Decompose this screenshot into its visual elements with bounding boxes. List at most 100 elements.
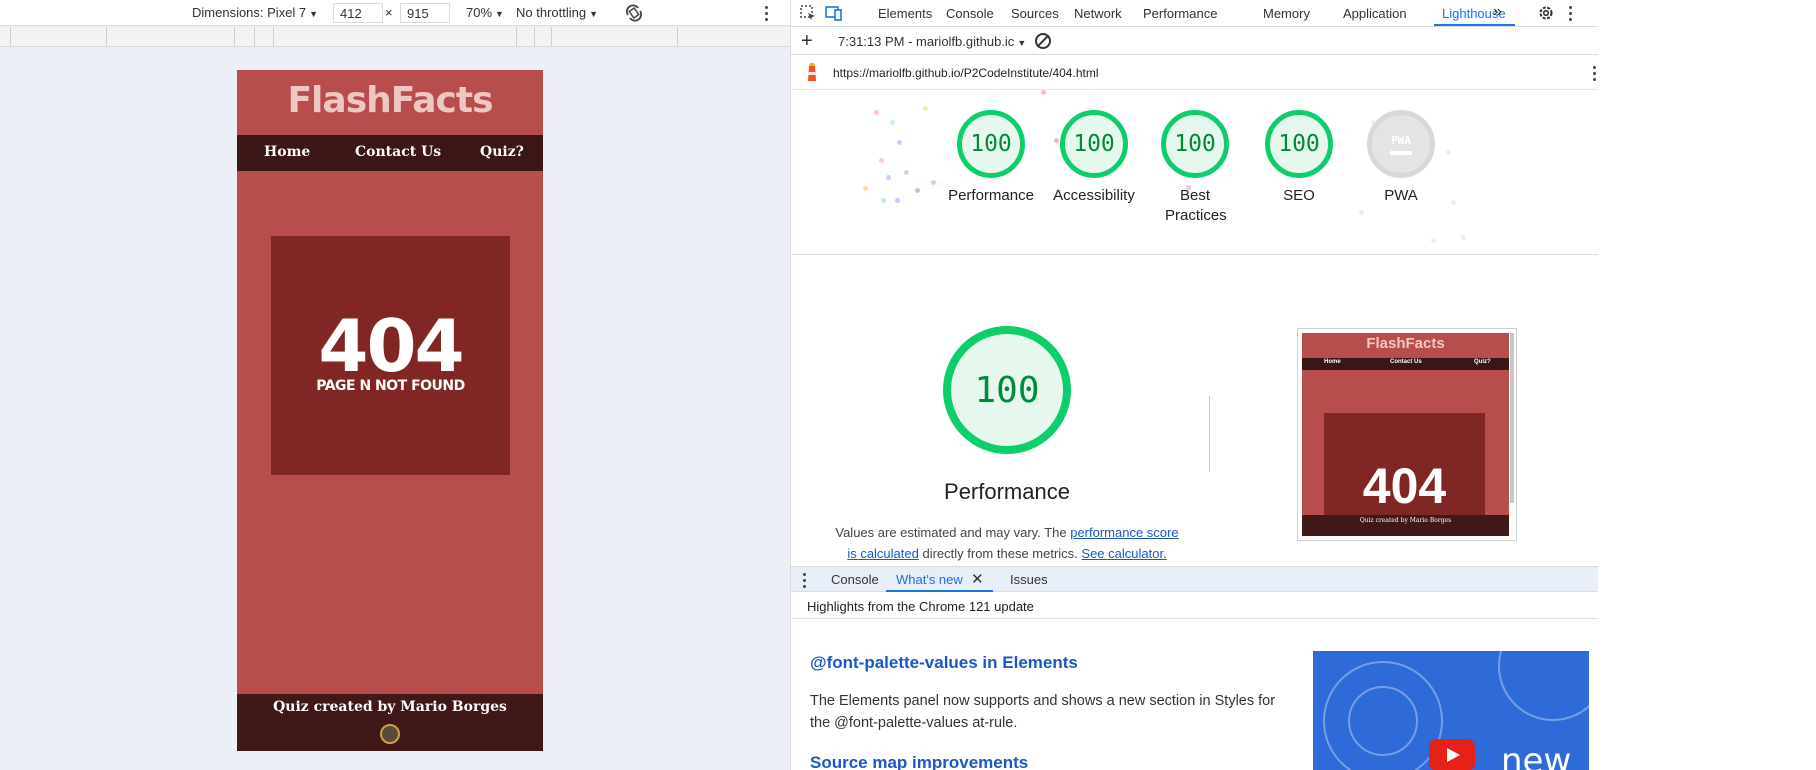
youtube-play-icon[interactable] [1429, 739, 1475, 770]
tab-sources[interactable]: Sources [1011, 6, 1059, 21]
tab-memory[interactable]: Memory [1263, 6, 1310, 21]
report-url-bar: https://mariolfb.github.io/P2CodeInstitu… [791, 56, 1599, 90]
nav-link-contact[interactable]: Contact Us [355, 144, 441, 160]
caret-down-icon: ▼ [495, 9, 504, 19]
throttling-dropdown[interactable]: No throttling ▼ [516, 5, 598, 20]
video-decoration [1348, 686, 1418, 756]
drawer-tab-issues[interactable]: Issues [1010, 572, 1048, 587]
divider [1209, 396, 1210, 472]
thumbnail-scrollbar[interactable] [1510, 333, 1514, 503]
report-select-label: 7:31:13 PM - mariolfb.github.ic [838, 34, 1015, 49]
tab-elements[interactable]: Elements [878, 6, 932, 21]
inspect-element-icon[interactable] [799, 4, 817, 22]
tab-application[interactable]: Application [1343, 6, 1407, 21]
throttling-label: No throttling [516, 5, 587, 20]
gauge-performance[interactable]: 100 Performance [931, 110, 1051, 206]
thumbnail-footer: Quiz created by Mario Borges [1302, 515, 1509, 536]
active-tab-indicator [1434, 24, 1515, 26]
whats-new-heading[interactable]: @font-palette-values in Elements [810, 653, 1078, 673]
note-text-mid: directly from these metrics. [918, 546, 1082, 561]
nav-link-home[interactable]: Home [264, 144, 310, 160]
tab-performance[interactable]: Performance [1143, 6, 1217, 21]
see-calculator-link[interactable]: See calculator. [1081, 546, 1166, 561]
site-nav: Home Contact Us Quiz? [237, 135, 543, 171]
gauge-best-practices-score: 100 [1161, 110, 1229, 178]
dimensions-dropdown[interactable]: Dimensions: Pixel 7 ▼ [192, 5, 318, 20]
thumbnail-nav-contact: Contact Us [1390, 359, 1422, 365]
devtools-panel: Elements Console Sources Network Perform… [790, 0, 1599, 770]
note-text: Values are estimated and may vary. The [835, 525, 1071, 540]
zoom-dropdown[interactable]: 70% ▼ [466, 5, 504, 20]
report-menu-icon[interactable] [1591, 64, 1597, 82]
performance-title: Performance [944, 479, 1070, 504]
new-report-icon[interactable]: + [801, 30, 813, 53]
report-select[interactable]: 7:31:13 PM - mariolfb.github.ic ▼ [838, 34, 1026, 49]
drawer-tab-whats-new[interactable]: What's new [896, 572, 963, 587]
device-toolbar: Dimensions: Pixel 7 ▼ 412 × 915 70% ▼ No t… [0, 0, 790, 26]
thumbnail-nav-home: Home [1324, 359, 1341, 365]
thumbnail-footer-text: Quiz created by Mario Borges [1359, 517, 1452, 524]
whats-new-header: Highlights from the Chrome 121 update [791, 593, 1599, 619]
whats-new-heading-2[interactable]: Source map improvements [810, 753, 1028, 770]
device-emulation-pane: Dimensions: Pixel 7 ▼ 412 × 915 70% ▼ No t… [0, 0, 790, 770]
thumbnail-error-code: 404 [1362, 458, 1447, 514]
error-code: 404 [318, 304, 464, 388]
devtools-tab-bar: Elements Console Sources Network Perform… [791, 0, 1599, 27]
score-summary: 100 Performance 100 Accessibility 100 Be… [791, 90, 1599, 255]
gauge-performance-label: Performance [948, 187, 1034, 204]
gauge-best-practices[interactable]: 100 Best Practices [1135, 110, 1255, 226]
width-input[interactable]: 412 [333, 3, 383, 23]
site-footer: Quiz created by Mario Borges [237, 694, 543, 751]
times-sign: × [385, 5, 393, 20]
tab-console[interactable]: Console [946, 6, 994, 21]
nav-link-quiz[interactable]: Quiz? [480, 144, 524, 160]
rotate-icon[interactable] [624, 3, 644, 23]
page-screenshot-thumbnail[interactable]: FlashFacts Home Contact Us Quiz? 404 Qui… [1297, 328, 1517, 541]
lighthouse-logo-icon [808, 63, 816, 81]
caret-down-icon: ▼ [309, 9, 319, 19]
devtools-more-icon[interactable] [1567, 4, 1573, 22]
footer-logo-icon [380, 724, 400, 744]
gauge-performance-score: 100 [957, 110, 1025, 178]
gauge-pwa-label: PWA [1384, 187, 1418, 204]
performance-detail: 100 Performance Values are estimated and… [791, 256, 1599, 566]
clear-reports-icon[interactable] [1035, 33, 1051, 49]
zoom-label: 70% [466, 5, 493, 20]
whats-new-subtitle: Highlights from the Chrome 121 update [807, 599, 1034, 614]
height-input[interactable]: 915 [400, 3, 450, 23]
whats-new-video[interactable]: new [1313, 651, 1589, 770]
gear-icon[interactable] [1537, 4, 1555, 22]
site-title[interactable]: FlashFacts [237, 80, 543, 121]
gauge-best-practices-label: Best Practices [1165, 187, 1227, 224]
drawer-active-indicator [886, 590, 993, 592]
drawer-menu-icon[interactable] [801, 571, 807, 589]
thumbnail-nav-quiz: Quiz? [1474, 359, 1491, 365]
whats-new-paragraph: The Elements panel now supports and show… [810, 693, 1276, 731]
gauge-pwa[interactable]: PWA PWA [1341, 110, 1461, 206]
device-toolbar-icon[interactable] [825, 4, 843, 22]
dimensions-label: Dimensions: Pixel 7 [192, 5, 307, 20]
tab-network[interactable]: Network [1074, 6, 1122, 21]
thumbnail-nav: Home Contact Us Quiz? [1302, 358, 1509, 370]
more-tabs-icon[interactable]: » [1493, 3, 1502, 21]
thumbnail-error-box: 404 [1324, 413, 1485, 523]
close-icon[interactable]: ✕ [971, 570, 984, 588]
lighthouse-toolbar: + 7:31:13 PM - mariolfb.github.ic ▼ [791, 28, 1599, 55]
performance-big-gauge: 100 [943, 326, 1071, 454]
error-text: PAGE N NOT FOUND [316, 378, 465, 394]
pwa-badge-text: PWA [1391, 133, 1411, 147]
whats-new-content: @font-palette-values in Elements The Ele… [791, 620, 1599, 770]
drawer-tab-console[interactable]: Console [831, 572, 879, 587]
report-url[interactable]: https://mariolfb.github.io/P2CodeInstitu… [833, 66, 1098, 80]
error-box: 404 PAGE N NOT FOUND [271, 236, 510, 475]
thumbnail-title: FlashFacts [1366, 335, 1445, 352]
caret-down-icon: ▼ [1017, 38, 1027, 48]
performance-note: Values are estimated and may vary. The p… [831, 522, 1183, 564]
gauge-seo-score: 100 [1265, 110, 1333, 178]
video-caption: new [1501, 741, 1572, 770]
drawer-tab-bar: Console What's new ✕ Issues [791, 566, 1599, 592]
media-query-ruler [0, 27, 790, 47]
thumbnail-page: FlashFacts Home Contact Us Quiz? 404 Qui… [1302, 333, 1509, 536]
pwa-badge-icon: PWA [1367, 110, 1435, 178]
more-options-icon[interactable] [763, 4, 769, 22]
